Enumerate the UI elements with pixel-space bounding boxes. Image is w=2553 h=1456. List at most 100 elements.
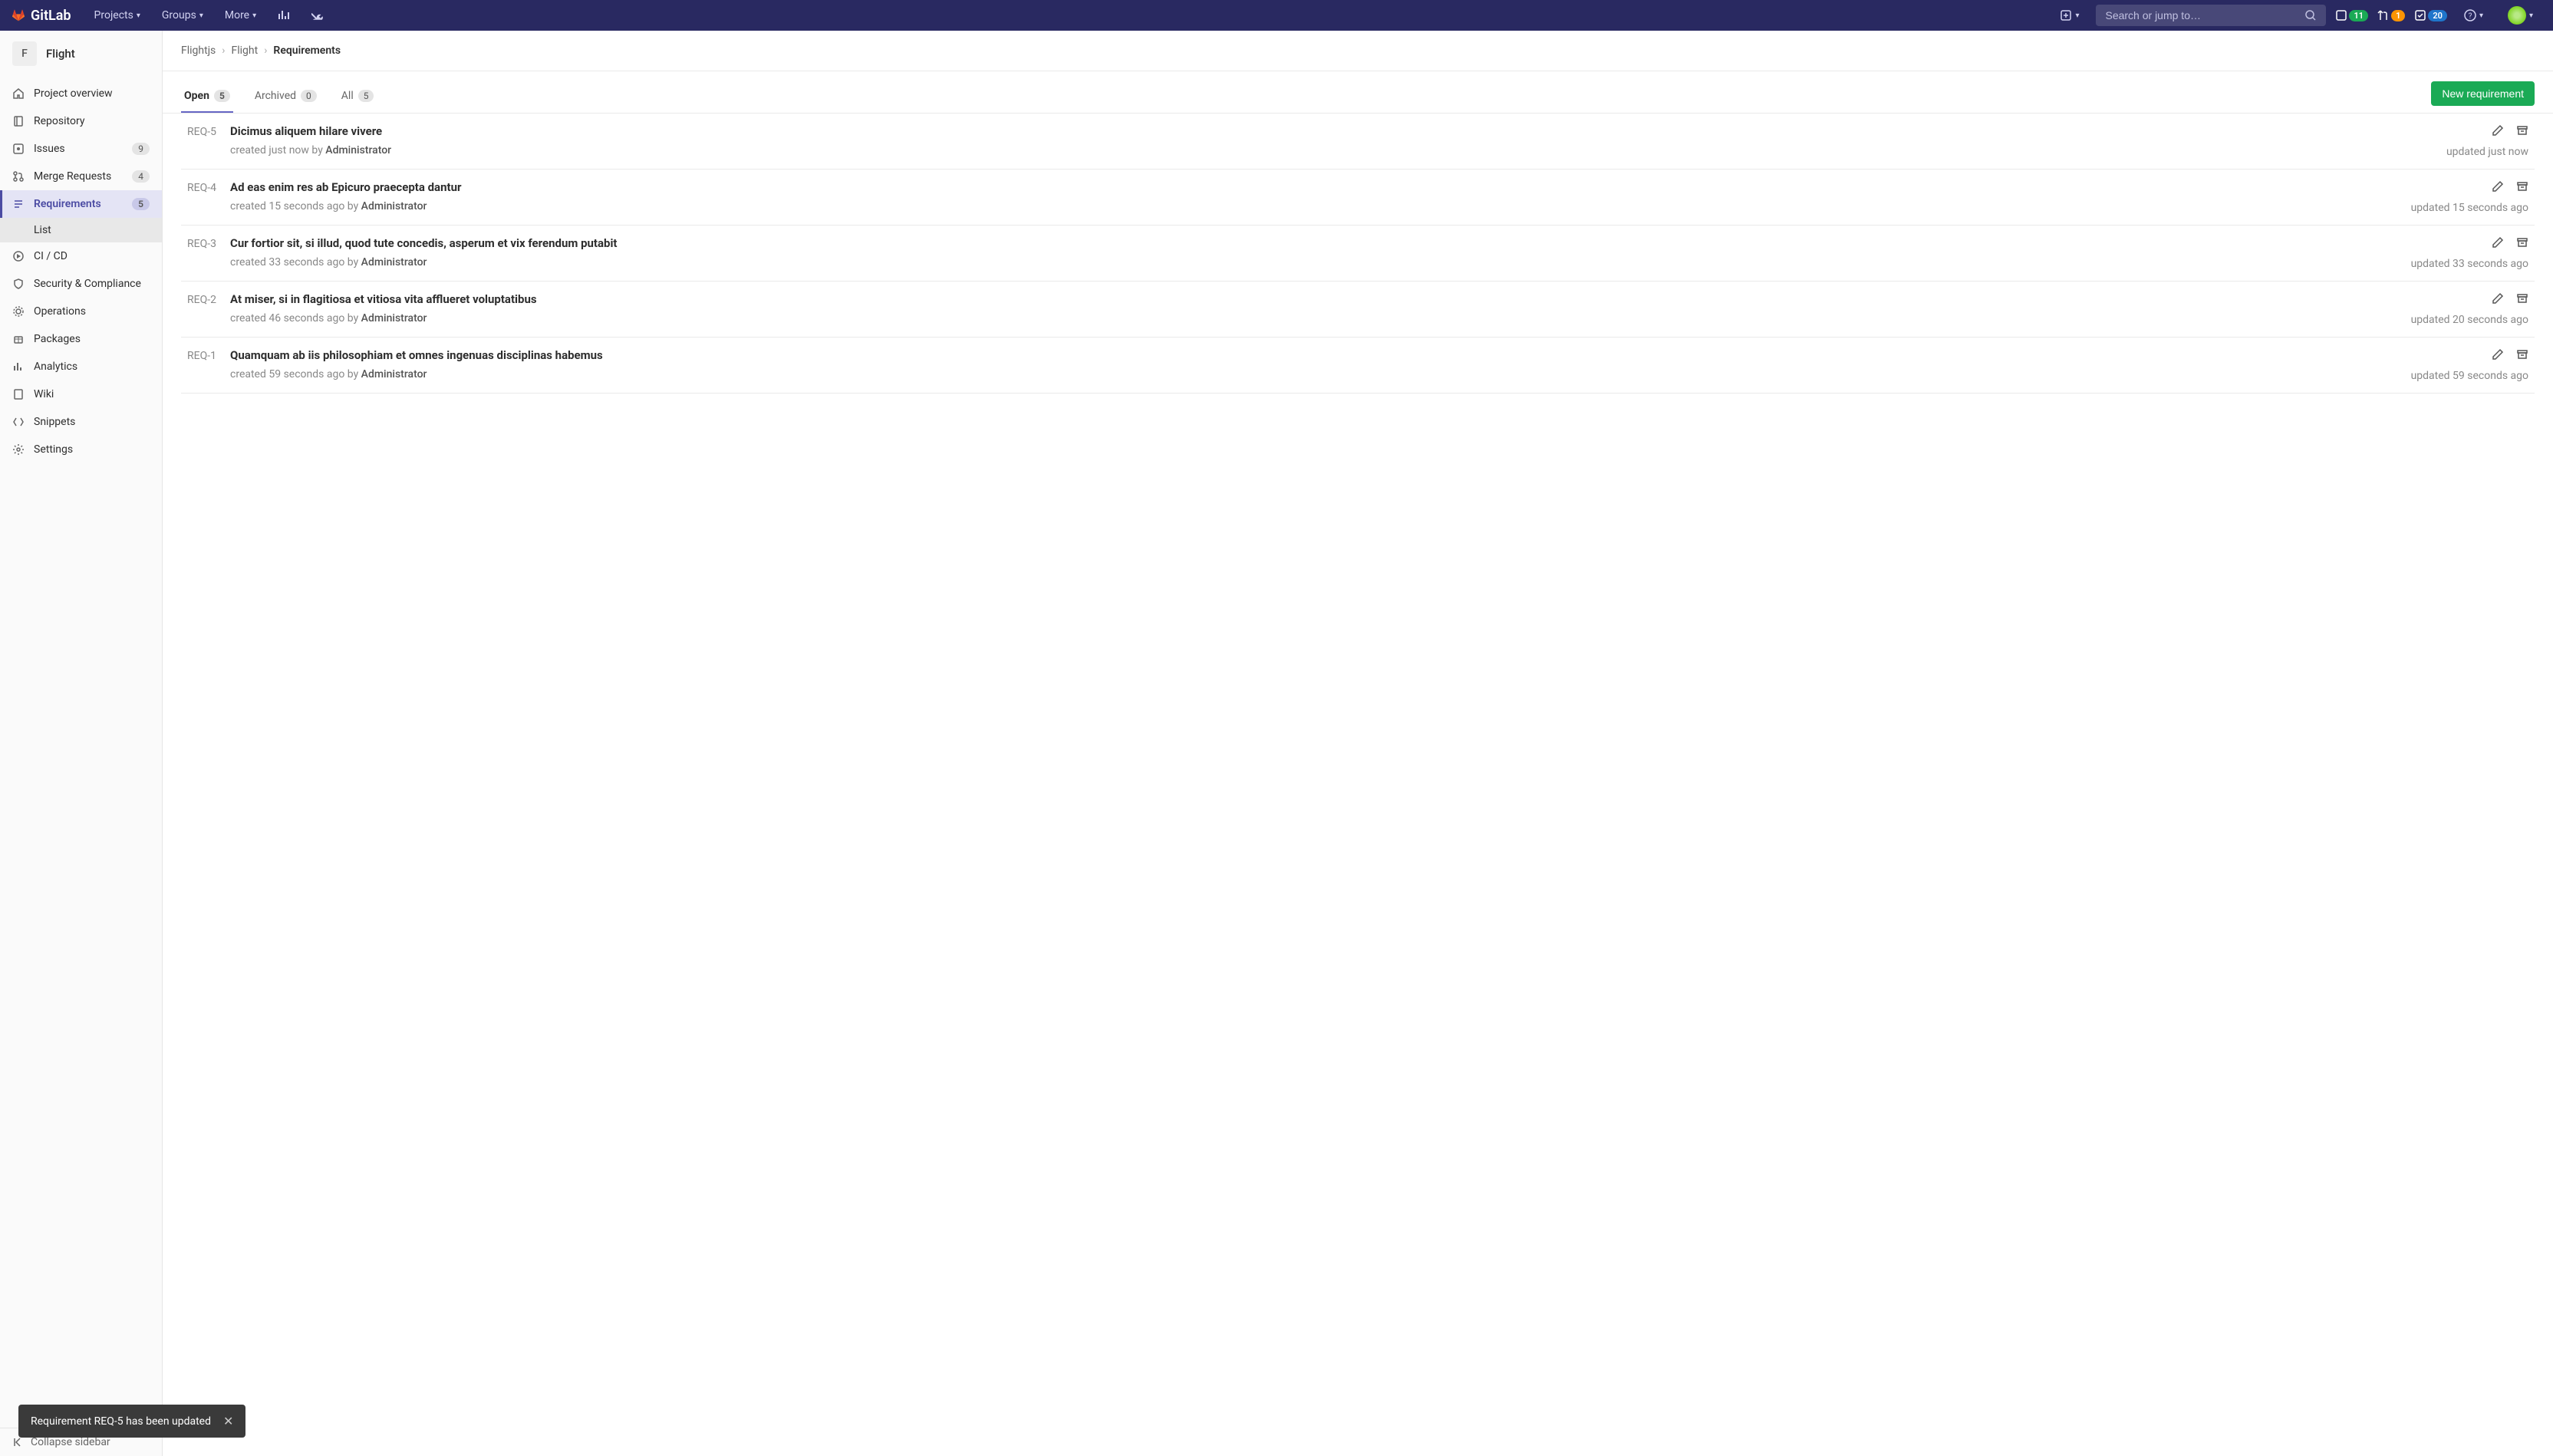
pkg-icon — [12, 333, 25, 345]
archive-icon[interactable] — [2516, 124, 2528, 140]
requirement-title[interactable]: Cur fortior sit, si illud, quod tute con… — [230, 236, 2411, 250]
project-header[interactable]: F Flight — [0, 31, 162, 77]
sidebar-item-packages[interactable]: Packages — [0, 325, 162, 353]
top-header: GitLab Projects▾ Groups▾ More▾ ▾ 11 1 20… — [0, 0, 2553, 31]
toast-close-icon[interactable]: ✕ — [223, 1414, 233, 1428]
sidebar-item-repository[interactable]: Repository — [0, 107, 162, 135]
nav-more[interactable]: More▾ — [217, 9, 264, 21]
sidebar-subitem-list[interactable]: List — [0, 218, 162, 242]
sidebar-item-operations[interactable]: Operations — [0, 298, 162, 325]
project-avatar: F — [12, 41, 37, 66]
requirement-meta: created 33 seconds ago by Administrator — [230, 256, 2411, 268]
sidebar-item-analytics[interactable]: Analytics — [0, 353, 162, 380]
edit-icon[interactable] — [2492, 180, 2504, 196]
requirement-title[interactable]: Ad eas enim res ab Epicuro praecepta dan… — [230, 180, 2411, 194]
requirement-id: REQ-2 — [187, 292, 230, 306]
breadcrumb-project[interactable]: Flight — [232, 44, 259, 57]
requirement-row: REQ-3 Cur fortior sit, si illud, quod tu… — [181, 226, 2535, 282]
requirement-updated: updated just now — [2446, 146, 2528, 158]
archive-icon[interactable] — [2516, 292, 2528, 308]
requirement-author[interactable]: Administrator — [361, 312, 427, 324]
edit-icon[interactable] — [2492, 348, 2504, 364]
requirement-row: REQ-4 Ad eas enim res ab Epicuro praecep… — [181, 170, 2535, 226]
breadcrumb-sep: › — [264, 44, 267, 57]
tab-archived[interactable]: Archived 0 — [252, 81, 320, 113]
requirement-meta: created 46 seconds ago by Administrator — [230, 312, 2411, 324]
wrench-icon[interactable] — [304, 9, 331, 21]
plus-icon[interactable]: ▾ — [2052, 9, 2087, 21]
sidebar-item-issues[interactable]: Issues 9 — [0, 135, 162, 163]
requirement-author[interactable]: Administrator — [325, 144, 391, 156]
search-icon — [2304, 9, 2317, 21]
gitlab-logo[interactable]: GitLab — [12, 8, 71, 24]
requirement-title[interactable]: Quamquam ab iis philosophiam et omnes in… — [230, 348, 2411, 362]
sidebar-item-merge-requests[interactable]: Merge Requests 4 — [0, 163, 162, 190]
header-issues[interactable]: 11 — [2335, 9, 2368, 21]
search-box[interactable] — [2096, 5, 2326, 26]
help-icon[interactable]: ?▾ — [2456, 9, 2491, 21]
collapse-icon — [12, 1436, 25, 1448]
requirement-title[interactable]: Dicimus aliquem hilare vivere — [230, 124, 2446, 138]
chevron-down-icon: ▾ — [137, 12, 140, 20]
sidebar-item-ci-cd[interactable]: CI / CD — [0, 242, 162, 270]
header-todos[interactable]: 20 — [2414, 9, 2447, 21]
requirement-id: REQ-5 — [187, 124, 230, 138]
new-requirement-button[interactable]: New requirement — [2431, 81, 2535, 106]
nav-projects[interactable]: Projects▾ — [87, 9, 148, 21]
sidebar-item-label: Settings — [34, 443, 73, 456]
sidebar-item-label: Operations — [34, 305, 86, 318]
user-menu[interactable]: ▾ — [2500, 6, 2541, 25]
search-input[interactable] — [2105, 9, 2304, 21]
chevron-down-icon: ▾ — [2529, 12, 2533, 20]
repo-icon — [12, 115, 25, 127]
chevron-down-icon: ▾ — [252, 12, 256, 20]
breadcrumb-sep: › — [222, 44, 225, 57]
home-icon — [12, 87, 25, 100]
requirements-list: REQ-5 Dicimus aliquem hilare vivere crea… — [163, 114, 2553, 394]
sidebar-item-label: Repository — [34, 115, 84, 127]
sidebar-badge: 9 — [132, 143, 150, 155]
requirement-author[interactable]: Administrator — [361, 200, 427, 212]
requirement-updated: updated 59 seconds ago — [2411, 370, 2528, 382]
edit-icon[interactable] — [2492, 124, 2504, 140]
sidebar-item-project-overview[interactable]: Project overview — [0, 80, 162, 107]
sidebar-item-label: Packages — [34, 333, 81, 345]
requirement-id: REQ-3 — [187, 236, 230, 250]
edit-icon[interactable] — [2492, 292, 2504, 308]
chevron-down-icon: ▾ — [2479, 12, 2483, 20]
project-name: Flight — [46, 47, 75, 61]
sidebar-item-wiki[interactable]: Wiki — [0, 380, 162, 408]
brand-name: GitLab — [31, 8, 71, 24]
activity-icon[interactable] — [270, 9, 298, 21]
sidebar-item-label: Security & Compliance — [34, 278, 141, 290]
nav-groups[interactable]: Groups▾ — [154, 9, 211, 21]
snippets-icon — [12, 416, 25, 428]
chevron-down-icon: ▾ — [2075, 12, 2079, 20]
shield-icon — [12, 278, 25, 290]
sidebar-item-label: Snippets — [34, 416, 75, 428]
sidebar-item-snippets[interactable]: Snippets — [0, 408, 162, 436]
sidebar-item-security-compliance[interactable]: Security & Compliance — [0, 270, 162, 298]
avatar — [2508, 6, 2526, 25]
tab-open[interactable]: Open 5 — [181, 81, 233, 113]
requirement-author[interactable]: Administrator — [361, 368, 427, 380]
tab-all[interactable]: All 5 — [338, 81, 377, 113]
sidebar-item-settings[interactable]: Settings — [0, 436, 162, 463]
header-mrs[interactable]: 1 — [2377, 9, 2405, 21]
archive-icon[interactable] — [2516, 236, 2528, 252]
requirement-title[interactable]: At miser, si in flagitiosa et vitiosa vi… — [230, 292, 2411, 306]
svg-text:?: ? — [2469, 12, 2472, 21]
toast-message: Requirement REQ-5 has been updated — [31, 1415, 211, 1428]
sidebar-item-requirements[interactable]: Requirements 5 — [0, 190, 162, 218]
edit-icon[interactable] — [2492, 236, 2504, 252]
requirement-meta: created 15 seconds ago by Administrator — [230, 200, 2411, 212]
sidebar-item-label: CI / CD — [34, 250, 68, 262]
requirement-author[interactable]: Administrator — [361, 256, 427, 268]
archive-icon[interactable] — [2516, 180, 2528, 196]
requirement-meta: created just now by Administrator — [230, 144, 2446, 156]
archive-icon[interactable] — [2516, 348, 2528, 364]
breadcrumb-group[interactable]: Flightjs — [181, 44, 216, 57]
sidebar-item-label: Analytics — [34, 361, 77, 373]
sidebar-item-label: Project overview — [34, 87, 113, 100]
breadcrumb-current: Requirements — [273, 44, 341, 57]
